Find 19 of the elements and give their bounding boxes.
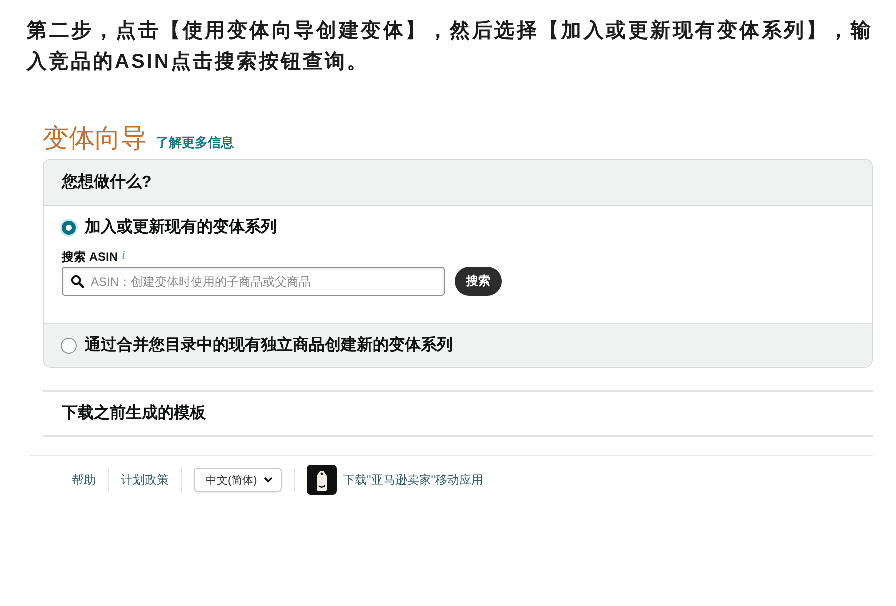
question-heading: 您想做什么? — [44, 160, 872, 206]
footer-link[interactable]: 帮助 — [72, 472, 96, 488]
field-label: 搜索 ASIN — [62, 249, 118, 265]
search-button[interactable]: 搜索 — [455, 267, 502, 296]
option-label[interactable]: 加入或更新现有的变体系列 — [85, 218, 277, 238]
radio-button[interactable] — [60, 336, 78, 354]
instruction-text: 第二步，点击【使用变体向导创建变体】，然后选择【加入或更新现有变体系列】，输入竞品的ASIN点击搜索按钮查询。 — [27, 18, 873, 75]
search-icon — [71, 275, 84, 288]
search-field[interactable]: ASIN：创建变体时使用的子商品或父商品 — [62, 267, 445, 296]
language-select[interactable]: 中文(简体) — [194, 468, 282, 492]
app-download-link[interactable]: 下载"亚马逊卖家"移动应用 — [307, 465, 484, 495]
learn-more-link[interactable]: 了解更多信息 — [156, 134, 234, 152]
footer-link[interactable]: 计划政策 — [121, 472, 169, 488]
page-title: 变体向导 — [43, 122, 147, 154]
option-label[interactable]: 通过合并您目录中的现有独立商品创建新的变体系列 — [85, 336, 453, 356]
shopping-tag-icon — [307, 465, 337, 495]
section-header[interactable]: 下载之前生成的模板 — [43, 390, 873, 437]
radio-button[interactable] — [60, 219, 78, 237]
chevron-down-icon — [264, 477, 273, 483]
